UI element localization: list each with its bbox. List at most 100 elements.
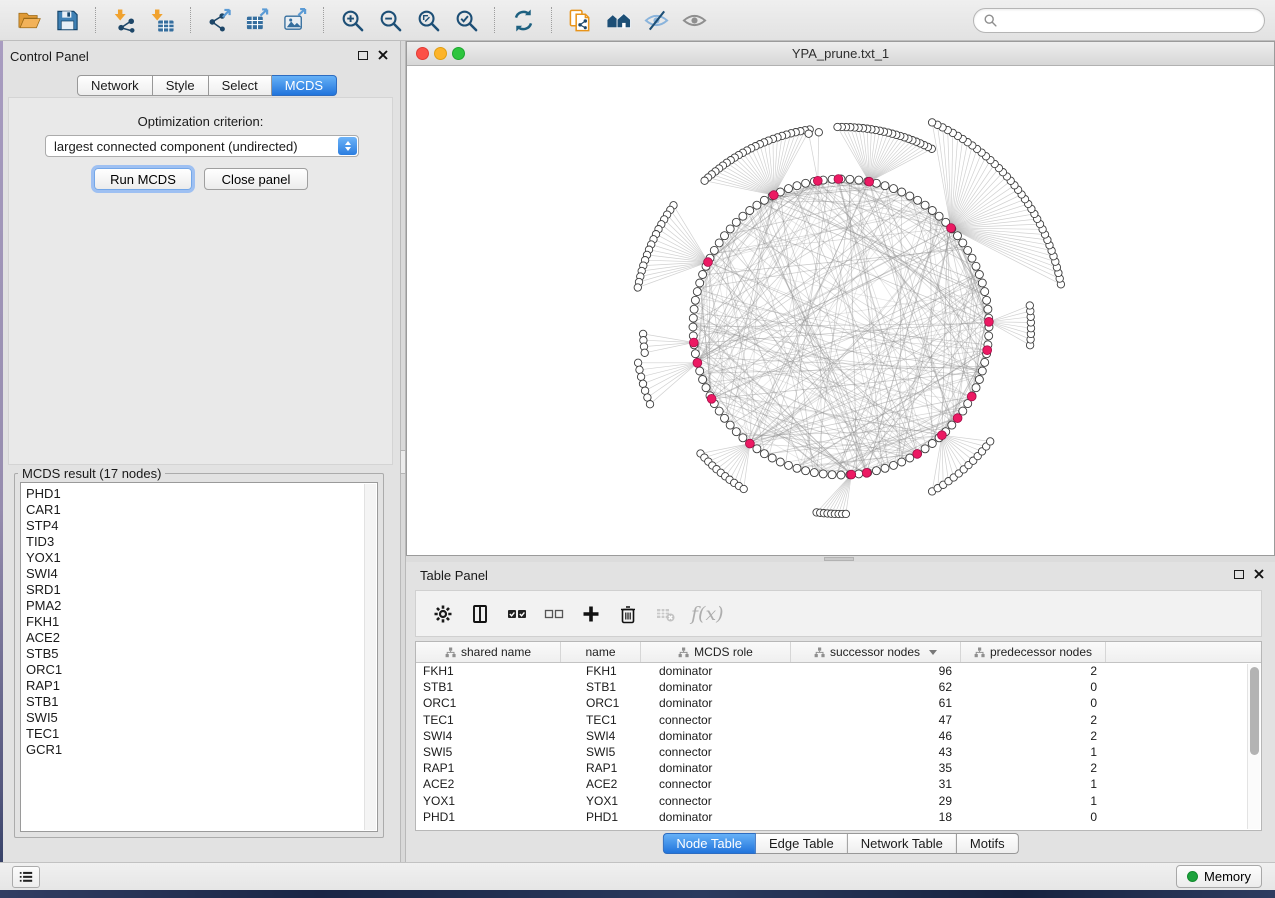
table-cell[interactable]: ORC1 bbox=[416, 695, 561, 711]
open-file-button[interactable] bbox=[12, 4, 46, 36]
mcds-result-item[interactable]: TEC1 bbox=[23, 726, 362, 742]
mcds-node[interactable] bbox=[862, 468, 871, 477]
table-cell[interactable]: 2 bbox=[961, 760, 1106, 776]
close-panel-button[interactable]: Close panel bbox=[204, 168, 308, 190]
mcds-node[interactable] bbox=[953, 414, 962, 423]
mcds-node[interactable] bbox=[707, 394, 716, 403]
toolbar-search[interactable] bbox=[973, 8, 1265, 33]
tab-mcds[interactable]: MCDS bbox=[272, 75, 337, 96]
mcds-result-item[interactable]: STB1 bbox=[23, 694, 362, 710]
window-close-button[interactable] bbox=[416, 47, 429, 60]
column-header-successor-nodes[interactable]: successor nodes bbox=[791, 642, 961, 662]
task-history-button[interactable] bbox=[12, 866, 40, 888]
splitter-grip[interactable] bbox=[824, 557, 854, 561]
hide-selected-button[interactable] bbox=[639, 4, 673, 36]
table-cell[interactable]: 0 bbox=[961, 695, 1106, 711]
table-cell[interactable]: connector bbox=[641, 793, 791, 809]
mcds-node[interactable] bbox=[947, 224, 956, 233]
table-row[interactable]: ORC1ORC1dominator610 bbox=[416, 695, 1261, 711]
zoom-out-button[interactable] bbox=[373, 4, 407, 36]
export-image-button[interactable] bbox=[278, 4, 312, 36]
tab-node-table[interactable]: Node Table bbox=[662, 833, 756, 854]
tab-select[interactable]: Select bbox=[209, 75, 272, 96]
network-window-titlebar[interactable]: YPA_prune.txt_1 bbox=[407, 42, 1274, 66]
table-cell[interactable]: dominator bbox=[641, 663, 791, 679]
table-cell[interactable]: 61 bbox=[791, 695, 961, 711]
mcds-node[interactable] bbox=[913, 450, 922, 459]
table-cell[interactable]: TEC1 bbox=[416, 712, 561, 728]
table-row[interactable]: RAP1RAP1dominator352 bbox=[416, 760, 1261, 776]
mcds-result-item[interactable]: STB5 bbox=[23, 646, 362, 662]
mcds-result-item[interactable]: ACE2 bbox=[23, 630, 362, 646]
table-cell[interactable]: dominator bbox=[641, 695, 791, 711]
table-row[interactable]: SWI4SWI4dominator462 bbox=[416, 728, 1261, 744]
deselect-all-button[interactable] bbox=[539, 596, 569, 632]
table-cell[interactable]: 96 bbox=[791, 663, 961, 679]
table-cell[interactable]: dominator bbox=[641, 809, 791, 825]
close-panel-icon[interactable] bbox=[378, 50, 388, 60]
table-cell[interactable]: SWI4 bbox=[416, 728, 561, 744]
import-table-button[interactable] bbox=[145, 4, 179, 36]
table-cell[interactable]: ORC1 bbox=[561, 695, 641, 711]
table-cell[interactable]: 2 bbox=[961, 728, 1106, 744]
mcds-result-item[interactable]: SWI5 bbox=[23, 710, 362, 726]
column-header-mcds-role[interactable]: MCDS role bbox=[641, 642, 791, 662]
table-cell[interactable]: 0 bbox=[961, 679, 1106, 695]
mcds-result-item[interactable]: SWI4 bbox=[23, 566, 362, 582]
memory-button[interactable]: Memory bbox=[1176, 865, 1262, 888]
network-graph[interactable] bbox=[407, 66, 1274, 555]
mcds-node[interactable] bbox=[967, 392, 976, 401]
first-neighbors-button[interactable] bbox=[601, 4, 635, 36]
save-session-button[interactable] bbox=[50, 4, 84, 36]
show-columns-button[interactable] bbox=[465, 596, 495, 632]
delete-table-button[interactable] bbox=[650, 596, 680, 632]
mcds-result-list[interactable]: PHD1CAR1STP4TID3YOX1SWI4SRD1PMA2FKH1ACE2… bbox=[20, 482, 378, 832]
table-cell[interactable]: dominator bbox=[641, 728, 791, 744]
table-cell[interactable]: SWI5 bbox=[416, 744, 561, 760]
mcds-result-item[interactable]: PHD1 bbox=[23, 486, 362, 502]
delete-row-button[interactable] bbox=[613, 596, 643, 632]
network-canvas[interactable] bbox=[407, 66, 1274, 555]
table-cell[interactable]: connector bbox=[641, 744, 791, 760]
table-cell[interactable]: dominator bbox=[641, 679, 791, 695]
duplicate-network-button[interactable] bbox=[563, 4, 597, 36]
mcds-node[interactable] bbox=[769, 191, 778, 200]
column-header-shared-name[interactable]: shared name bbox=[416, 642, 561, 662]
table-row[interactable]: FKH1FKH1dominator962 bbox=[416, 663, 1261, 679]
table-cell[interactable]: 1 bbox=[961, 776, 1106, 792]
table-cell[interactable]: dominator bbox=[641, 760, 791, 776]
mcds-node[interactable] bbox=[746, 439, 755, 448]
table-cell[interactable]: PHD1 bbox=[416, 809, 561, 825]
export-network-button[interactable] bbox=[202, 4, 236, 36]
mcds-result-item[interactable]: PMA2 bbox=[23, 598, 362, 614]
table-cell[interactable]: 18 bbox=[791, 809, 961, 825]
mcds-result-item[interactable]: CAR1 bbox=[23, 502, 362, 518]
sort-indicator-icon[interactable] bbox=[929, 650, 937, 655]
table-cell[interactable]: 1 bbox=[961, 793, 1106, 809]
table-cell[interactable]: FKH1 bbox=[561, 663, 641, 679]
run-mcds-button[interactable]: Run MCDS bbox=[94, 168, 192, 190]
table-row[interactable]: STB1STB1dominator620 bbox=[416, 679, 1261, 695]
function-builder-button[interactable]: f(x) bbox=[691, 603, 724, 625]
mcds-result-item[interactable]: TID3 bbox=[23, 534, 362, 550]
table-scrollbar[interactable] bbox=[1247, 664, 1260, 829]
table-row[interactable]: ACE2ACE2connector311 bbox=[416, 776, 1261, 792]
window-minimize-button[interactable] bbox=[434, 47, 447, 60]
close-panel-icon[interactable] bbox=[1254, 569, 1264, 579]
mcds-node[interactable] bbox=[834, 175, 843, 184]
add-row-button[interactable] bbox=[576, 596, 606, 632]
tab-style[interactable]: Style bbox=[153, 75, 209, 96]
table-row[interactable]: SWI5SWI5connector431 bbox=[416, 744, 1261, 760]
table-cell[interactable]: SWI4 bbox=[561, 728, 641, 744]
mcds-node[interactable] bbox=[983, 346, 992, 355]
mcds-node[interactable] bbox=[689, 338, 698, 347]
table-cell[interactable]: RAP1 bbox=[561, 760, 641, 776]
criterion-select[interactable]: largest connected component (undirected) bbox=[45, 135, 359, 157]
table-row[interactable]: TEC1TEC1connector472 bbox=[416, 712, 1261, 728]
export-table-button[interactable] bbox=[240, 4, 274, 36]
mcds-list-scrollbar[interactable] bbox=[364, 484, 376, 830]
mcds-result-item[interactable]: YOX1 bbox=[23, 550, 362, 566]
column-header-name[interactable]: name bbox=[561, 642, 641, 662]
mcds-node[interactable] bbox=[693, 358, 702, 367]
table-cell[interactable]: 47 bbox=[791, 712, 961, 728]
